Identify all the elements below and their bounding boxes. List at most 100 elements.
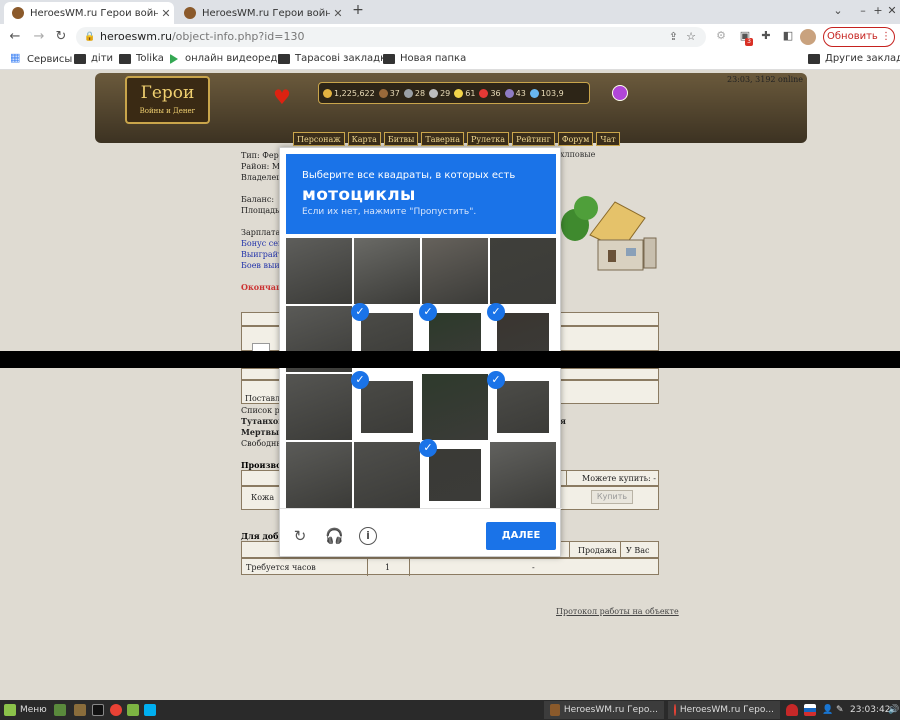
tray-pen-icon[interactable]: ✎	[836, 703, 844, 717]
reload-icon[interactable]: ↻	[52, 28, 70, 46]
captcha-tile-selected[interactable]: ✓	[419, 439, 488, 508]
captcha-tile[interactable]	[354, 442, 420, 508]
game-nav: Персонаж Карта Битвы Таверна Рулетка Рейтинг Ф…	[293, 132, 620, 148]
puzzle-extensions-icon[interactable]: ✚	[758, 29, 774, 42]
captcha-tile-image	[497, 381, 549, 433]
bookmark-label: діти	[91, 53, 114, 64]
game-nav-item[interactable]: Персонаж	[293, 132, 345, 146]
captcha-tile-image	[354, 442, 420, 508]
keyboard-layout-flag-icon[interactable]	[804, 703, 820, 717]
captcha-tile[interactable]	[286, 442, 352, 508]
online-counter: 23:03, 3192 online	[727, 75, 804, 84]
resource-gem-icon	[323, 88, 332, 98]
window-title: HeroesWM.ru Геро...	[679, 705, 774, 715]
taskbar-window-1[interactable]: HeroesWM.ru Геро...	[544, 701, 664, 719]
side-panel-icon[interactable]: ◧	[780, 29, 796, 42]
bookmark-folder-kids[interactable]: діти	[74, 53, 113, 64]
tab-search-icon[interactable]: ⌄	[830, 4, 846, 17]
close-tab-icon[interactable]: ✕	[158, 7, 174, 20]
captcha-tile-image	[286, 374, 352, 440]
bookmark-label: Tolika	[136, 53, 164, 64]
quicklaunch-files[interactable]	[74, 703, 90, 717]
captcha-tile[interactable]	[286, 374, 352, 440]
other-bookmarks[interactable]: Другие закладки	[808, 53, 900, 64]
skype-icon	[144, 704, 156, 716]
bookmark-label: Новая папка	[400, 53, 467, 64]
folder-icon	[278, 53, 290, 64]
game-nav-item[interactable]: Чат	[596, 132, 620, 146]
address-bar[interactable]: 🔒 heroeswm.ru/object-info.php?id=130 ⇪ ☆	[76, 27, 706, 47]
update-button[interactable]: Обновить ⋮	[823, 27, 895, 47]
new-tab-button[interactable]: +	[350, 2, 366, 18]
os-taskbar: Меню HeroesWM.ru Геро... HeroesWM.ru Гер…	[0, 700, 900, 720]
resource-value: 1,225,622	[334, 88, 375, 98]
bookmark-video-editor[interactable]: онлайн видеоред...	[170, 53, 287, 64]
game-nav-item[interactable]: Рейтинг	[512, 132, 555, 146]
tray-shield-icon[interactable]	[786, 703, 802, 717]
forward-icon[interactable]: →	[30, 28, 48, 46]
logo-title: Герои	[140, 83, 195, 103]
quicklaunch-skype[interactable]	[144, 703, 160, 717]
back-icon[interactable]: ←	[6, 28, 24, 46]
captcha-next-button[interactable]: ДАЛЕЕ	[486, 522, 556, 550]
clock[interactable]: 23:03:42	[850, 703, 890, 717]
close-window-icon[interactable]: ✕	[884, 4, 900, 17]
farm-building-image	[561, 196, 657, 271]
extension-badge-count: 3	[745, 38, 753, 46]
resource-value: 103,9	[540, 88, 564, 98]
resource-gem-icon	[454, 88, 464, 98]
captcha-tile-image	[490, 442, 556, 508]
tab-heroeswm-2[interactable]: HeroesWM.ru Герои войны и ... ✕	[176, 2, 346, 24]
game-logo[interactable]: Герои Войны и Денег	[125, 76, 210, 124]
info-icon[interactable]: i	[359, 527, 377, 545]
quicklaunch-terminal[interactable]	[92, 703, 108, 717]
bookmark-star-icon[interactable]: ☆	[686, 27, 696, 47]
bookmark-folder-taras[interactable]: Тарасові закладки	[278, 53, 393, 64]
captcha-tile-selected[interactable]: ✓	[351, 371, 420, 440]
captcha-header: Выберите все квадраты, в которых есть мо…	[286, 154, 556, 234]
captcha-tile[interactable]	[354, 238, 420, 304]
resource-value: 29	[440, 88, 451, 98]
profile-avatar[interactable]	[800, 29, 816, 45]
captcha-tile-image	[422, 374, 488, 440]
captcha-tile[interactable]	[422, 374, 488, 440]
protocol-link[interactable]: Протокол работы на объекте	[556, 607, 679, 616]
share-icon[interactable]: ⇪	[669, 27, 678, 47]
quicklaunch-desktop[interactable]	[54, 703, 70, 717]
resource-item: 37	[378, 88, 400, 98]
game-nav-item[interactable]: Форум	[557, 132, 594, 146]
minimize-icon[interactable]: –	[855, 4, 871, 17]
volume-icon[interactable]: 🔊	[888, 703, 899, 717]
audio-challenge-icon[interactable]: 🎧	[325, 527, 344, 545]
captcha-tile[interactable]	[490, 238, 556, 304]
captcha-tile-image	[422, 238, 488, 304]
game-nav-item[interactable]: Таверна	[421, 132, 464, 146]
captcha-tile-selected[interactable]: ✓	[487, 371, 556, 440]
game-nav-item[interactable]: Битвы	[383, 132, 419, 146]
taskbar-window-2[interactable]: HeroesWM.ru Геро...	[668, 701, 780, 719]
captcha-tile[interactable]	[490, 442, 556, 508]
captcha-tile[interactable]	[422, 238, 488, 304]
quicklaunch-chrome[interactable]	[110, 703, 126, 717]
bookmark-folder-new[interactable]: Новая папка	[383, 53, 466, 64]
bookmark-folder-tolika[interactable]: Tolika	[119, 53, 164, 64]
captcha-tile-image	[490, 238, 556, 304]
sale-header: Продажа	[578, 546, 617, 555]
play-icon	[170, 53, 178, 64]
resource-item: 29	[429, 88, 451, 98]
tab-heroeswm-active[interactable]: HeroesWM.ru Герои войны и ... ✕	[4, 2, 174, 24]
quicklaunch-folder[interactable]	[127, 703, 143, 717]
buy-button[interactable]: Купить	[591, 490, 633, 504]
resource-value: 43	[515, 88, 526, 98]
black-band	[0, 351, 900, 368]
start-menu-button[interactable]: Меню	[4, 703, 47, 717]
game-nav-item[interactable]: Рулетка	[466, 132, 510, 146]
extension-icon[interactable]: ⚙	[713, 29, 729, 42]
resource-value: 61	[465, 88, 476, 98]
close-tab-icon[interactable]: ✕	[330, 7, 346, 20]
game-nav-item[interactable]: Карта	[347, 132, 381, 146]
bookmark-services[interactable]: ▦ Сервисы	[10, 52, 72, 65]
reload-challenge-icon[interactable]: ↻	[291, 527, 309, 545]
tray-user-icon[interactable]: 👤	[822, 703, 833, 717]
captcha-tile[interactable]	[286, 238, 352, 304]
